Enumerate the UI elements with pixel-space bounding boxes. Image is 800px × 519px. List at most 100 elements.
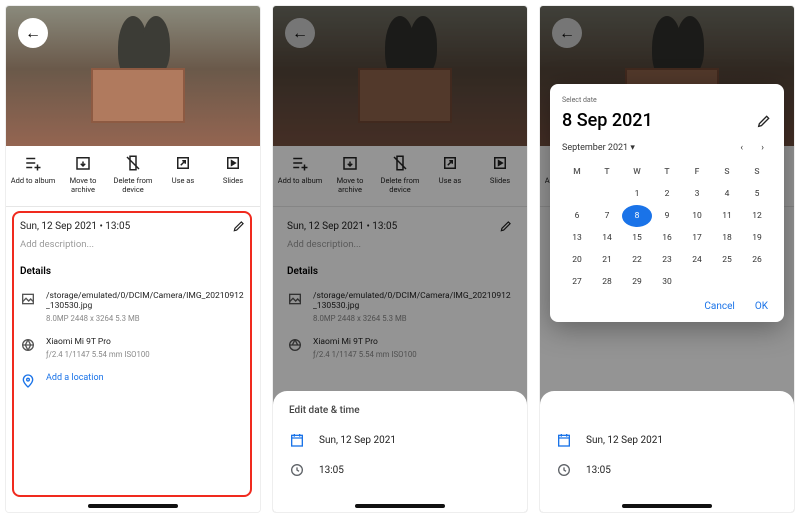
action-toolbar: Add to album Move to archive Delete from… <box>6 146 260 207</box>
calendar-day[interactable]: 20 <box>562 249 592 271</box>
camera-meta: ƒ/2.4 1/1147 5.54 mm ISO100 <box>46 350 246 359</box>
edit-datetime-icon[interactable] <box>232 219 246 233</box>
arrow-left-icon: ← <box>25 23 41 43</box>
photo-datetime: Sun, 12 Sep 2021 • 13:05 <box>20 221 130 232</box>
playlist-add-icon <box>24 154 42 172</box>
clock-icon <box>289 462 305 478</box>
calendar-day[interactable]: 2 <box>652 183 682 205</box>
camera-model: Xiaomi Mi 9T Pro <box>46 337 246 347</box>
calendar-day[interactable]: 6 <box>562 205 592 227</box>
calendar-day[interactable]: 8 <box>622 205 652 227</box>
move-to-archive-button[interactable]: Move to archive <box>58 154 108 194</box>
details-heading: Details <box>20 266 246 277</box>
use-as-button[interactable]: Use as <box>158 154 208 194</box>
calendar-day[interactable]: 27 <box>562 271 592 293</box>
calendar-day[interactable]: 22 <box>622 249 652 271</box>
sheet-title: Edit date & time <box>289 405 511 416</box>
month-selector[interactable]: September 2021 ▾ <box>562 143 635 153</box>
delete-from-device-button[interactable]: Delete from device <box>108 154 158 194</box>
edit-datetime-sheet: Edit date & time Sun, 12 Sep 2021 13:05 <box>540 391 794 512</box>
sheet-time-value: 13:05 <box>586 465 611 476</box>
calendar-day[interactable]: 5 <box>742 183 772 205</box>
calendar-day[interactable]: 13 <box>562 227 592 249</box>
home-indicator[interactable] <box>355 504 445 508</box>
label: Delete from device <box>108 176 158 194</box>
calendar-day[interactable]: 29 <box>622 271 652 293</box>
calendar-dow: M <box>562 161 592 183</box>
screen-photo-info: ← Add to album Move to archive Delete fr… <box>6 6 260 512</box>
clock-icon <box>556 462 572 478</box>
calendar-icon <box>556 432 572 448</box>
calendar-day[interactable]: 24 <box>682 249 712 271</box>
label: Move to archive <box>58 176 108 194</box>
calendar-day[interactable]: 26 <box>742 249 772 271</box>
calendar-day[interactable]: 12 <box>742 205 772 227</box>
edit-time-row[interactable]: 13:05 <box>556 462 778 478</box>
sheet-date-value: Sun, 12 Sep 2021 <box>319 435 396 446</box>
image-icon <box>20 291 36 307</box>
calendar-day[interactable]: 23 <box>652 249 682 271</box>
calendar-dow: F <box>682 161 712 183</box>
edit-date-row[interactable]: Sun, 12 Sep 2021 <box>556 432 778 448</box>
home-indicator[interactable] <box>622 504 712 508</box>
calendar-day[interactable]: 25 <box>712 249 742 271</box>
label: Add to album <box>11 176 56 185</box>
sheet-date-value: Sun, 12 Sep 2021 <box>586 435 663 446</box>
play-icon <box>224 154 242 172</box>
info-panel: Sun, 12 Sep 2021 • 13:05 Add description… <box>6 207 260 512</box>
ok-button[interactable]: OK <box>755 301 768 312</box>
prev-month-button[interactable]: ‹ <box>732 143 751 153</box>
device-delete-icon <box>124 154 142 172</box>
open-in-new-icon <box>174 154 192 172</box>
screen-date-picker: ← Add to album Move to archive Delete fr… <box>540 6 794 512</box>
calendar-dow: S <box>712 161 742 183</box>
calendar-day[interactable]: 4 <box>712 183 742 205</box>
calendar-day[interactable]: 16 <box>652 227 682 249</box>
back-button[interactable]: ← <box>18 18 48 48</box>
calendar-day[interactable]: 18 <box>712 227 742 249</box>
calendar-day[interactable]: 14 <box>592 227 622 249</box>
screen-edit-datetime-sheet: ← Add to album Move to archive Delete fr… <box>273 6 527 512</box>
aperture-icon <box>20 337 36 353</box>
file-meta: 8.0MP 2448 x 3264 5.3 MB <box>46 314 246 323</box>
location-row[interactable]: Add a location <box>20 373 246 389</box>
description-field[interactable]: Add description... <box>20 239 246 250</box>
calendar-day[interactable]: 30 <box>652 271 682 293</box>
select-date-label: Select date <box>562 96 772 104</box>
calendar-dow: W <box>622 161 652 183</box>
archive-icon <box>74 154 92 172</box>
calendar-icon <box>289 432 305 448</box>
edit-datetime-sheet: Edit date & time Sun, 12 Sep 2021 13:05 <box>273 391 527 512</box>
calendar-day[interactable]: 3 <box>682 183 712 205</box>
calendar-day[interactable]: 10 <box>682 205 712 227</box>
file-path: /storage/emulated/0/DCIM/Camera/IMG_2021… <box>46 291 246 311</box>
statue-graphic <box>36 16 240 131</box>
calendar-day[interactable]: 28 <box>592 271 622 293</box>
edit-date-row[interactable]: Sun, 12 Sep 2021 <box>289 432 511 448</box>
label: Slides <box>223 176 243 185</box>
calendar-day[interactable]: 7 <box>592 205 622 227</box>
next-month-button[interactable]: › <box>753 143 772 153</box>
add-location-link[interactable]: Add a location <box>46 373 104 389</box>
calendar-day[interactable]: 15 <box>622 227 652 249</box>
date-picker-dialog: Select date 8 Sep 2021 September 2021 ▾ … <box>550 84 784 322</box>
calendar-day[interactable]: 1 <box>622 183 652 205</box>
slides-button[interactable]: Slides <box>208 154 258 194</box>
calendar-dow: S <box>742 161 772 183</box>
calendar-grid: MTWTFSS ..123456789101112131415161718192… <box>562 161 772 293</box>
calendar-dow: T <box>592 161 622 183</box>
chevron-down-icon: ▾ <box>630 143 635 153</box>
calendar-day[interactable]: 19 <box>742 227 772 249</box>
calendar-day[interactable]: 21 <box>592 249 622 271</box>
calendar-day[interactable]: 9 <box>652 205 682 227</box>
sheet-time-value: 13:05 <box>319 465 344 476</box>
cancel-button[interactable]: Cancel <box>704 301 734 312</box>
calendar-day[interactable]: 11 <box>712 205 742 227</box>
edit-time-row[interactable]: 13:05 <box>289 462 511 478</box>
photo-preview: ← <box>6 6 260 146</box>
label: Use as <box>172 176 195 185</box>
edit-pencil-icon[interactable] <box>756 113 772 129</box>
calendar-day[interactable]: 17 <box>682 227 712 249</box>
home-indicator[interactable] <box>88 504 178 508</box>
add-to-album-button[interactable]: Add to album <box>8 154 58 194</box>
